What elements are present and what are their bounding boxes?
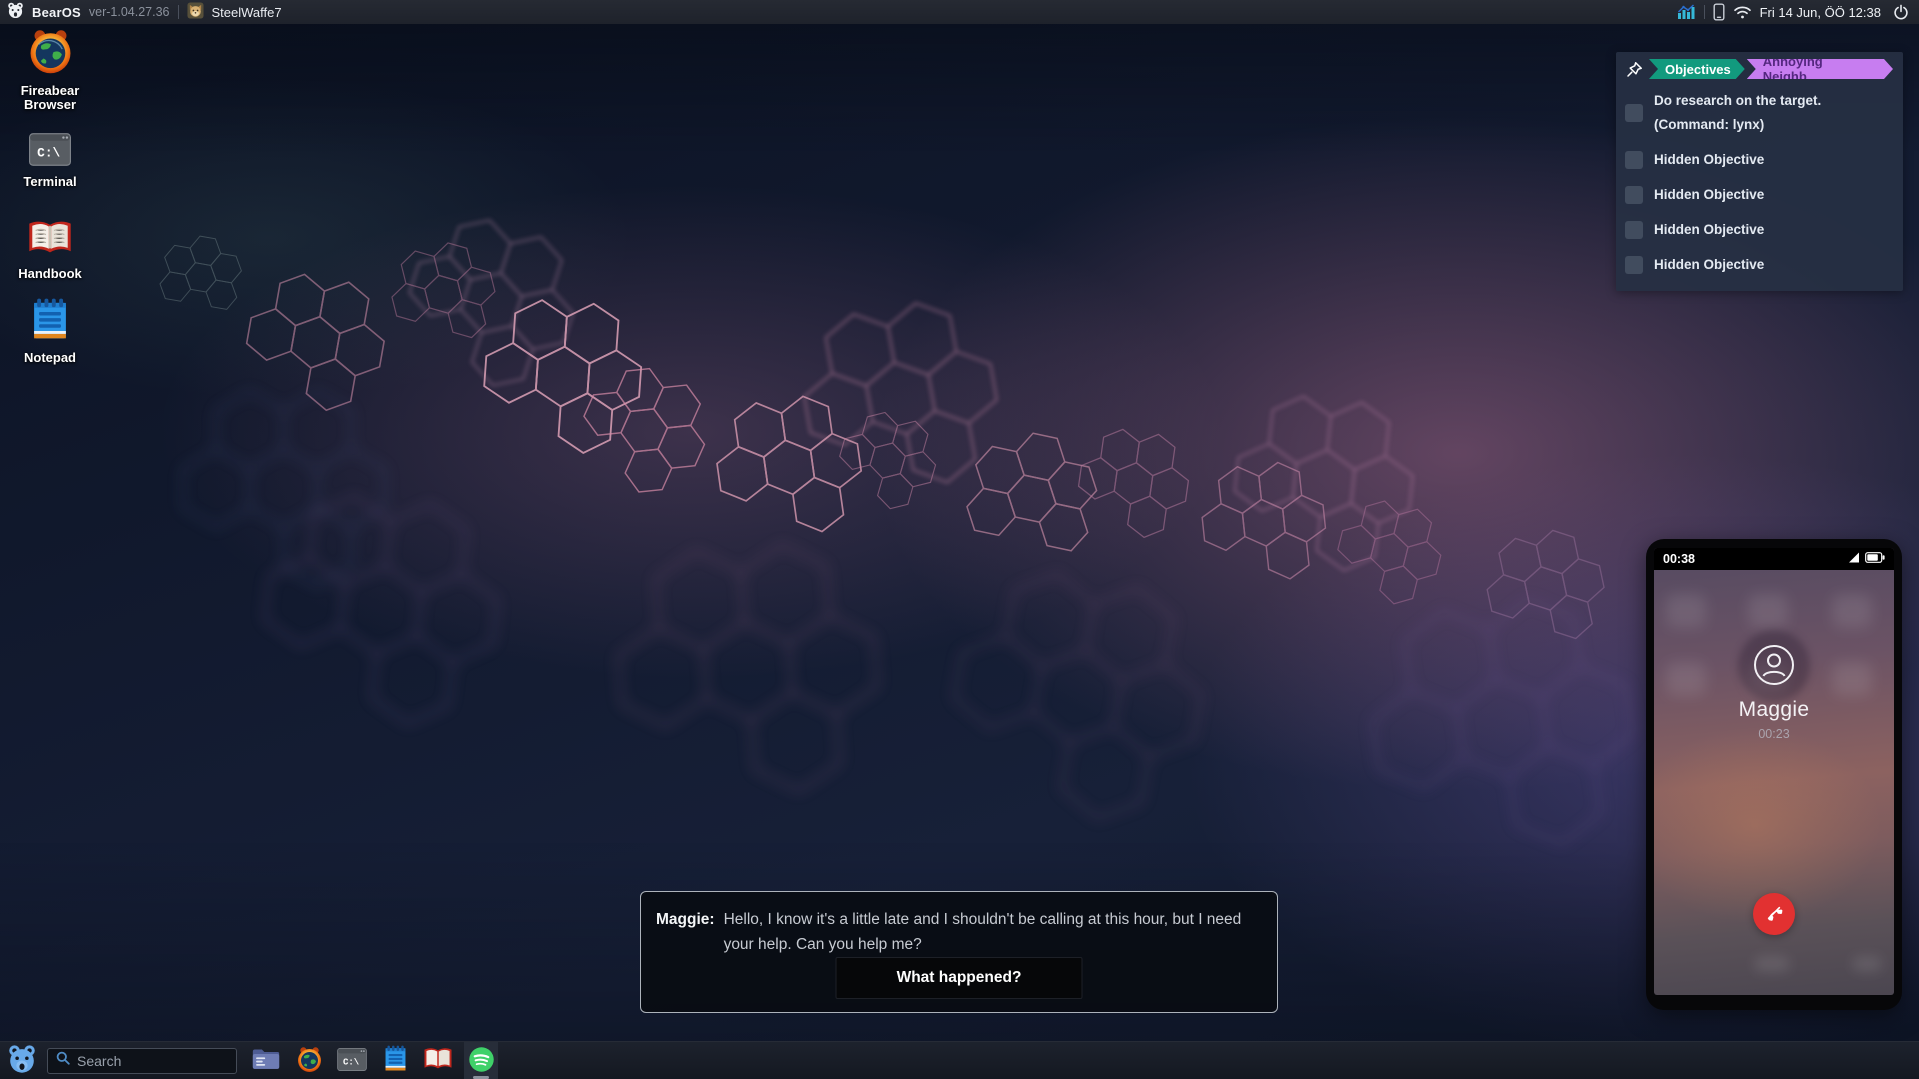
objective-row: Hidden Objective: [1625, 183, 1893, 207]
os-version: ver-1.04.27.36: [89, 5, 170, 19]
battery-icon: [1865, 550, 1885, 568]
objective-text: Hidden Objective: [1654, 148, 1764, 172]
clock: Fri 14 Jun, ÖÖ 12:38: [1760, 5, 1881, 20]
tab-objectives[interactable]: Objectives: [1649, 59, 1745, 79]
terminal-icon-text: C:\: [343, 1056, 360, 1067]
phone-status-time: 00:38: [1663, 552, 1695, 566]
objective-checkbox[interactable]: [1625, 186, 1643, 204]
desktop-icon-label: Fireabear Browser: [10, 84, 90, 113]
taskbar: C:\: [0, 1041, 1919, 1079]
mobile-device-icon[interactable]: [1713, 3, 1725, 21]
desktop-icon-handbook[interactable]: Handbook: [10, 218, 90, 281]
hangup-button[interactable]: [1753, 893, 1795, 935]
notepad-icon: [31, 298, 69, 347]
blurred-dock-tile: [1754, 956, 1790, 972]
dialogue-speaker: Maggie:: [656, 907, 715, 957]
fireabear-browser-icon: [27, 28, 74, 80]
phone-screen: 00:38: [1654, 548, 1894, 995]
caller-avatar-icon: [1753, 644, 1795, 691]
blurred-app-tile: [1666, 594, 1706, 628]
fireabear-browser-icon: [296, 1046, 323, 1076]
objective-checkbox[interactable]: [1625, 256, 1643, 274]
desktop-icon-label: Handbook: [18, 267, 82, 281]
taskbar-app-spotify[interactable]: [464, 1042, 498, 1079]
objectives-tabs: Objectives Annoying Neighb...: [1625, 59, 1893, 79]
objective-row: Hidden Objective: [1625, 148, 1893, 172]
os-name: BearOS: [32, 5, 81, 20]
blurred-app-tile: [1832, 594, 1872, 628]
topbar-separator: [178, 5, 179, 19]
bearos-desktop: BearOS ver-1.04.27.36 SteelWaffe7: [0, 0, 1919, 1079]
topbar: BearOS ver-1.04.27.36 SteelWaffe7: [0, 0, 1919, 24]
desktop-icon-terminal[interactable]: C:\ Terminal: [10, 133, 90, 189]
objective-row: Do research on the target. (Command: lyn…: [1625, 89, 1893, 137]
blurred-app-tile: [1832, 662, 1872, 696]
desktop-icon-label: Terminal: [23, 175, 76, 189]
taskbar-app-fireabear-browser[interactable]: [292, 1042, 326, 1079]
objectives-panel: Objectives Annoying Neighb... Do researc…: [1616, 52, 1903, 291]
blurred-app-tile: [1666, 662, 1706, 696]
objective-checkbox[interactable]: [1625, 104, 1643, 122]
power-icon[interactable]: [1893, 4, 1909, 20]
objective-row: Hidden Objective: [1625, 218, 1893, 242]
pin-icon[interactable]: [1625, 60, 1644, 79]
topbar-left: BearOS ver-1.04.27.36 SteelWaffe7: [7, 2, 282, 22]
dialogue-choice-button[interactable]: What happened?: [836, 957, 1083, 999]
search-box: [47, 1048, 237, 1074]
terminal-icon-text: C:\: [37, 146, 60, 161]
desktop-icon-fireabear-browser[interactable]: Fireabear Browser: [10, 28, 90, 113]
start-button[interactable]: [5, 1044, 39, 1078]
objective-row: Hidden Objective: [1625, 253, 1893, 277]
spotify-icon: [468, 1046, 495, 1076]
handbook-icon: [423, 1046, 453, 1075]
objective-text: Hidden Objective: [1654, 253, 1764, 277]
desktop-icon-notepad[interactable]: Notepad: [10, 298, 90, 365]
username: SteelWaffe7: [212, 5, 282, 20]
tab-quest-annoying-neighbor[interactable]: Annoying Neighb...: [1747, 59, 1893, 79]
phone: 00:38: [1646, 539, 1902, 1010]
bearos-logo-icon: [7, 2, 24, 22]
caller-name: Maggie: [1654, 698, 1894, 722]
taskbar-app-file-manager[interactable]: [249, 1042, 283, 1079]
stats-chart-icon[interactable]: [1677, 4, 1696, 20]
phone-status-bar: 00:38: [1654, 548, 1894, 570]
taskbar-app-notepad[interactable]: [378, 1042, 412, 1079]
desktop-icon-label: Notepad: [24, 351, 76, 365]
taskbar-app-terminal[interactable]: C:\: [335, 1042, 369, 1079]
topbar-separator: [1704, 5, 1705, 19]
wifi-icon[interactable]: [1733, 5, 1752, 20]
blurred-app-tile: [1748, 594, 1788, 628]
objective-checkbox[interactable]: [1625, 151, 1643, 169]
dialogue-box: Maggie: Hello, I know it's a little late…: [640, 891, 1278, 1013]
bear-start-icon: [7, 1044, 37, 1077]
terminal-icon: C:\: [29, 133, 71, 171]
objective-checkbox[interactable]: [1625, 221, 1643, 239]
handbook-icon: [27, 218, 73, 263]
objective-text: Hidden Objective: [1654, 218, 1764, 242]
dialogue-message: Hello, I know it's a little late and I s…: [724, 907, 1261, 957]
objective-text: Do research on the target. (Command: lyn…: [1654, 89, 1821, 137]
taskbar-app-handbook[interactable]: [421, 1042, 455, 1079]
terminal-icon: C:\: [337, 1048, 367, 1074]
search-icon: [56, 1051, 70, 1070]
notepad-icon: [384, 1045, 407, 1076]
objectives-list: Do research on the target. (Command: lyn…: [1625, 89, 1893, 277]
call-duration: 00:23: [1654, 727, 1894, 741]
hangup-icon: [1763, 902, 1785, 927]
topbar-right: Fri 14 Jun, ÖÖ 12:38: [1677, 3, 1909, 21]
user-avatar: [187, 2, 204, 22]
signal-icon: [1848, 550, 1860, 568]
blurred-dock-tile: [1852, 956, 1882, 972]
taskbar-dock: C:\: [249, 1042, 498, 1079]
search-input[interactable]: [77, 1053, 258, 1069]
file-manager-icon: [252, 1047, 280, 1074]
objective-text: Hidden Objective: [1654, 183, 1764, 207]
